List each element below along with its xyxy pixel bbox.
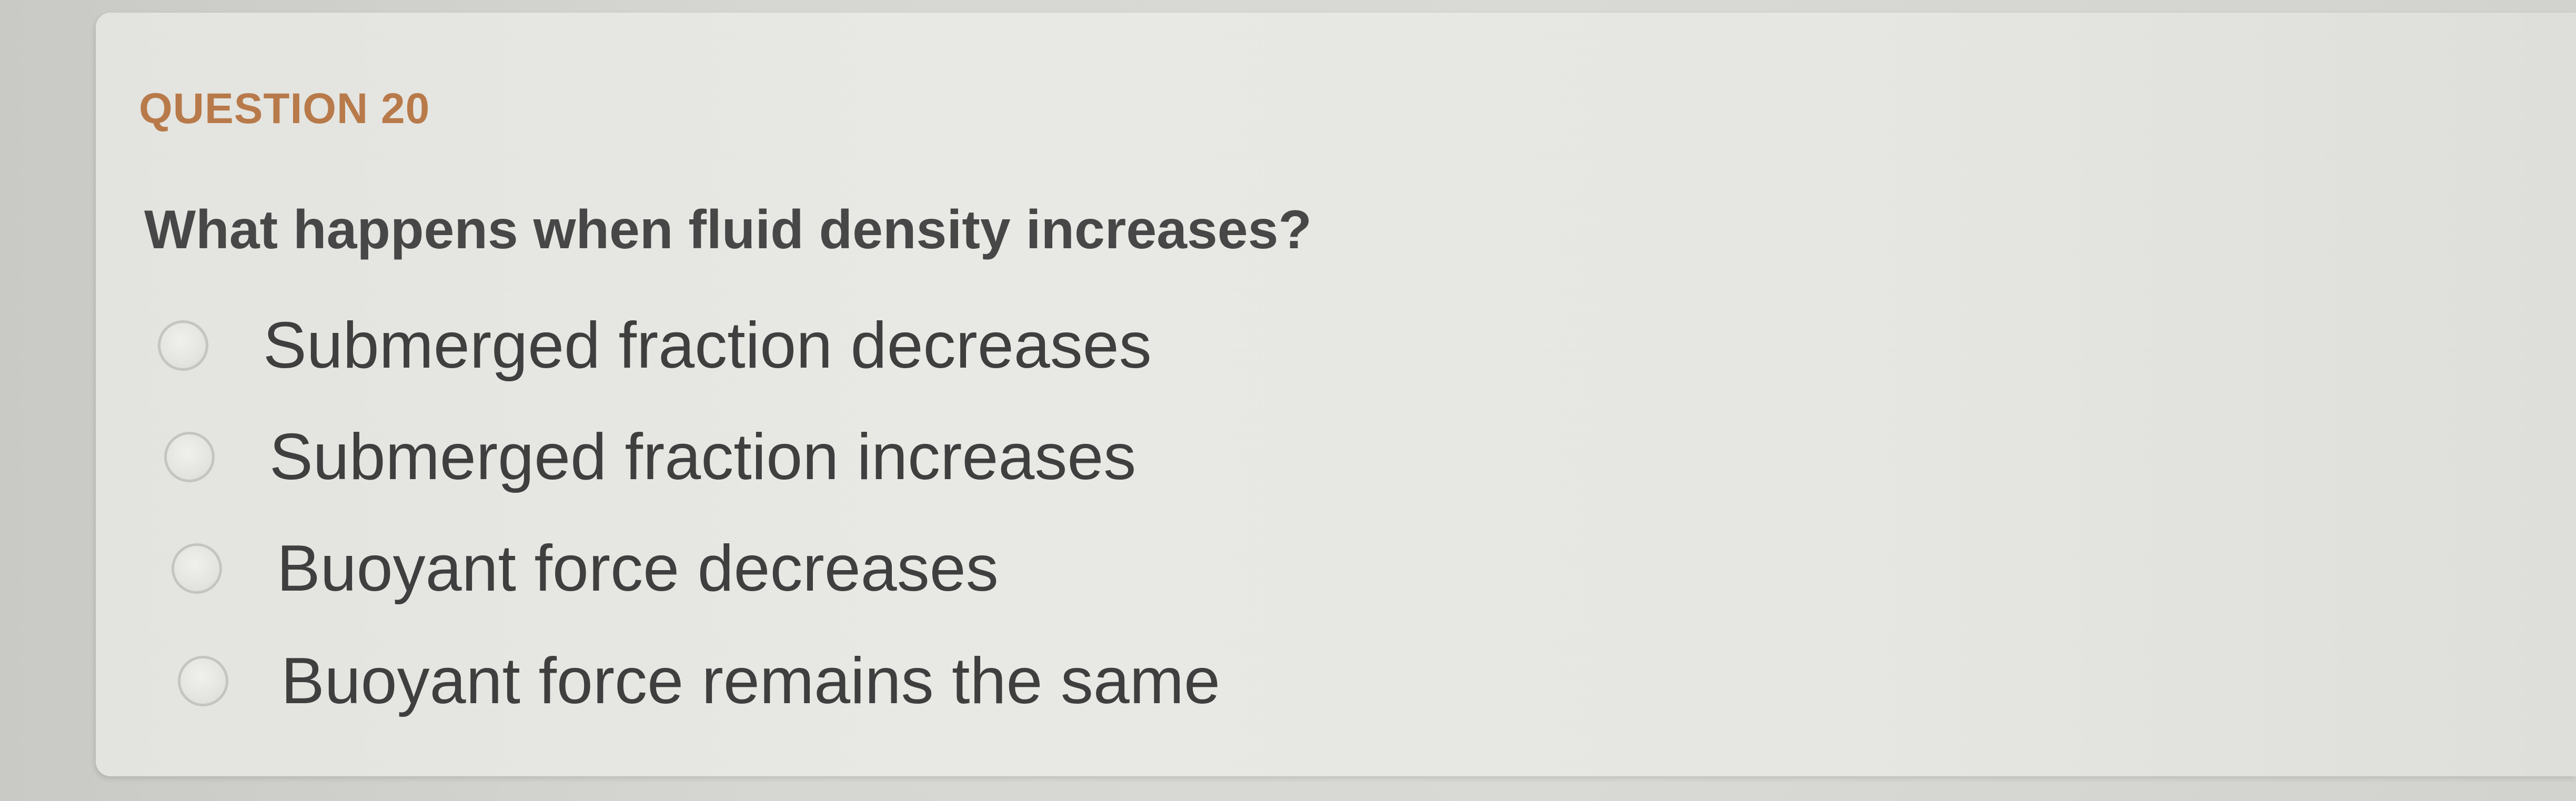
radio-button[interactable]: [178, 656, 228, 706]
radio-button[interactable]: [164, 432, 215, 482]
radio-button[interactable]: [158, 320, 208, 371]
answer-option-label[interactable]: Buoyant force decreases: [277, 531, 999, 606]
answer-options: Submerged fraction decreases Submerged f…: [0, 0, 2576, 801]
answer-option-label[interactable]: Buoyant force remains the same: [281, 644, 1220, 718]
answer-option[interactable]: Submerged fraction increases: [164, 412, 1136, 502]
answer-option-label[interactable]: Submerged fraction increases: [269, 420, 1136, 494]
answer-option[interactable]: Submerged fraction decreases: [158, 301, 1152, 390]
answer-option-label[interactable]: Submerged fraction decreases: [263, 308, 1152, 383]
radio-button[interactable]: [172, 543, 222, 594]
answer-option[interactable]: Buoyant force decreases: [172, 524, 999, 613]
answer-option[interactable]: Buoyant force remains the same: [178, 636, 1220, 726]
